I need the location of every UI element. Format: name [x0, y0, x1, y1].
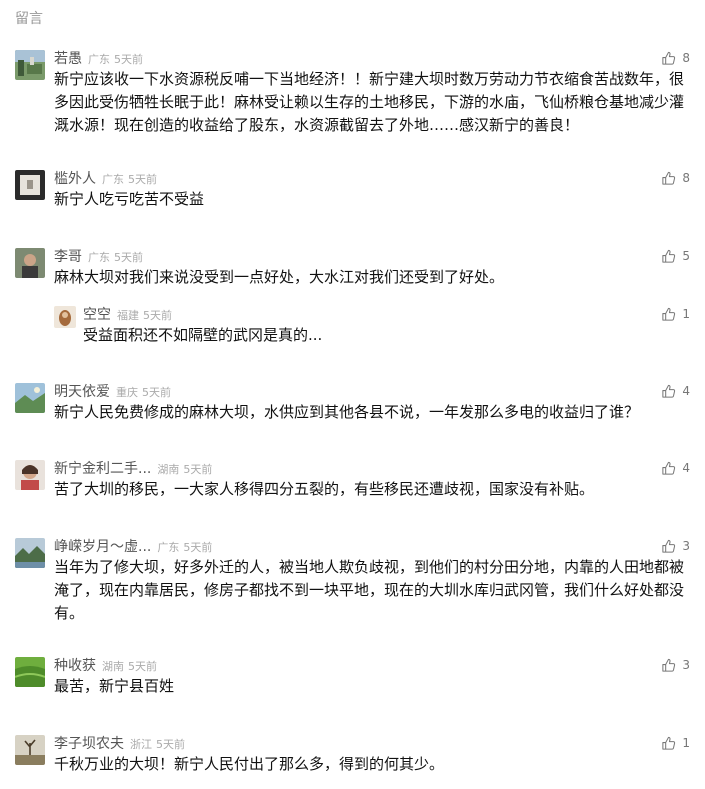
comment-text: 受益面积还不如隔壁的武冈是真的... [83, 326, 323, 344]
like-count: 8 [682, 171, 690, 185]
comment-meta: 种收获 湖南 5天前 [54, 657, 157, 674]
comment-meta: 若愚 广东 5天前 [54, 50, 143, 67]
timestamp: 5天前 [183, 541, 213, 554]
like-count: 1 [682, 307, 690, 321]
avatar[interactable] [15, 170, 45, 200]
like-button[interactable]: 8 [661, 50, 690, 66]
location: 福建 [117, 309, 139, 322]
timestamp: 5天前 [156, 738, 185, 751]
like-button[interactable]: 3 [661, 657, 690, 673]
location: 重庆 [116, 386, 138, 399]
timestamp: 5天前 [128, 173, 157, 186]
thumbs-up-icon [661, 51, 676, 66]
thumbs-up-icon [661, 658, 676, 673]
username[interactable]: 槛外人 [54, 171, 96, 187]
avatar[interactable] [54, 306, 76, 328]
timestamp: 5天前 [114, 251, 143, 264]
comment-meta: 新宁金利二手... 湖南 5天前 [54, 460, 213, 477]
location: 广东 [157, 541, 180, 554]
comment-meta: 峥嵘岁月～虚... 广东 5天前 [54, 538, 213, 555]
avatar[interactable] [15, 248, 45, 278]
comment-text: 最苦，新宁县百姓 [54, 677, 175, 695]
comment-item: 明天依爱 重庆 5天前 4 新宁人民免费修成的麻林大坝，水供应到其他各县不说，一年发… [15, 383, 690, 433]
like-button[interactable]: 3 [661, 538, 690, 554]
timestamp: 5天前 [128, 660, 157, 673]
thumbs-up-icon [661, 307, 676, 322]
thumbs-up-icon [661, 461, 676, 476]
like-button[interactable]: 4 [661, 460, 690, 476]
timestamp: 5天前 [142, 386, 171, 399]
comment-item: 李哥 广东 5天前 5 麻林大坝对我们来说没受到一点好处，大水江对我们还受到了好处。 [15, 248, 690, 298]
comment-item: 种收获 湖南 5天前 3 最苦，新宁县百姓 [15, 657, 690, 707]
username[interactable]: 种收获 [54, 658, 96, 674]
comment-text: 新宁人吃亏吃苦不受益 [54, 190, 205, 208]
comment-text: 新宁应该收一下水资源税反哺一下当地经济！！新宁建大坝时数万劳动力节衣缩食苦战数年… [54, 70, 685, 134]
username[interactable]: 李子坝农夫 [54, 736, 124, 752]
comment-item: 若愚 广东 5天前 8 新宁应该收一下水资源税反哺一下当地经济！！新宁建大坝时数万劳… [15, 50, 690, 140]
location: 湖南 [102, 660, 124, 673]
like-count: 3 [682, 539, 690, 553]
location: 浙江 [130, 738, 152, 751]
timestamp: 5天前 [143, 309, 172, 322]
comment-meta: 槛外人 广东 5天前 [54, 170, 157, 187]
timestamp: 5天前 [114, 53, 143, 66]
location: 广东 [88, 251, 110, 264]
like-count: 3 [682, 658, 690, 672]
avatar[interactable] [15, 460, 45, 490]
location: 广东 [102, 173, 124, 186]
comment-meta: 空空 福建 5天前 [83, 306, 172, 323]
thumbs-up-icon [661, 539, 676, 554]
avatar[interactable] [15, 735, 45, 765]
username[interactable]: 明天依爱 [54, 384, 110, 400]
comment-meta: 李哥 广东 5天前 [54, 248, 143, 265]
username[interactable]: 峥嵘岁月～虚... [54, 539, 151, 555]
comment-text: 新宁人民免费修成的麻林大坝，水供应到其他各县不说，一年发那么多电的收益归了谁？ [54, 403, 640, 421]
avatar[interactable] [15, 657, 45, 687]
username[interactable]: 李哥 [54, 249, 82, 265]
like-button[interactable]: 8 [661, 170, 690, 186]
like-count: 1 [682, 736, 690, 750]
username[interactable]: 新宁金利二手... [54, 461, 151, 477]
like-button[interactable]: 1 [661, 306, 690, 322]
location: 广东 [88, 53, 110, 66]
comment-text: 苦了大圳的移民，一大家人移得四分五裂的，有些移民还遭歧视，国家没有补贴。 [54, 480, 595, 498]
avatar[interactable] [15, 538, 45, 568]
timestamp: 5天前 [183, 463, 213, 476]
avatar[interactable] [15, 50, 45, 80]
comment-meta: 明天依爱 重庆 5天前 [54, 383, 171, 400]
avatar[interactable] [15, 383, 45, 413]
comment-text: 麻林大坝对我们来说没受到一点好处，大水江对我们还受到了好处。 [54, 268, 505, 286]
comment-text: 千秋万业的大坝！新宁人民付出了那么多，得到的何其少。 [54, 755, 445, 773]
reply-item: 空空 福建 5天前 1 受益面积还不如隔壁的武冈是真的... [54, 306, 690, 350]
comment-item: 李子坝农夫 浙江 5天前 1 千秋万业的大坝！新宁人民付出了那么多，得到的何其少。 [15, 735, 690, 785]
comment-text: 当年为了修大坝，好多外迁的人，被当地人欺负歧视，到他们的村分田分地，内靠的人田地… [54, 558, 685, 622]
comment-item: 槛外人 广东 5天前 8 新宁人吃亏吃苦不受益 [15, 170, 690, 220]
like-count: 8 [682, 51, 690, 65]
username[interactable]: 若愚 [54, 51, 82, 67]
thumbs-up-icon [661, 171, 676, 186]
section-title: 留言 [15, 11, 43, 27]
like-count: 5 [682, 249, 690, 263]
username[interactable]: 空空 [83, 307, 111, 323]
thumbs-up-icon [661, 736, 676, 751]
thumbs-up-icon [661, 249, 676, 264]
location: 湖南 [157, 463, 180, 476]
comment-item: 新宁金利二手... 湖南 5天前 4 苦了大圳的移民，一大家人移得四分五裂的，有些移… [15, 460, 690, 510]
thumbs-up-icon [661, 384, 676, 399]
like-button[interactable]: 4 [661, 383, 690, 399]
like-button[interactable]: 1 [661, 735, 690, 751]
like-count: 4 [682, 384, 690, 398]
like-count: 4 [682, 461, 690, 475]
comment-meta: 李子坝农夫 浙江 5天前 [54, 735, 185, 752]
like-button[interactable]: 5 [661, 248, 690, 264]
comment-item: 峥嵘岁月～虚... 广东 5天前 3 当年为了修大坝，好多外迁的人，被当地人欺负歧视… [15, 538, 690, 628]
